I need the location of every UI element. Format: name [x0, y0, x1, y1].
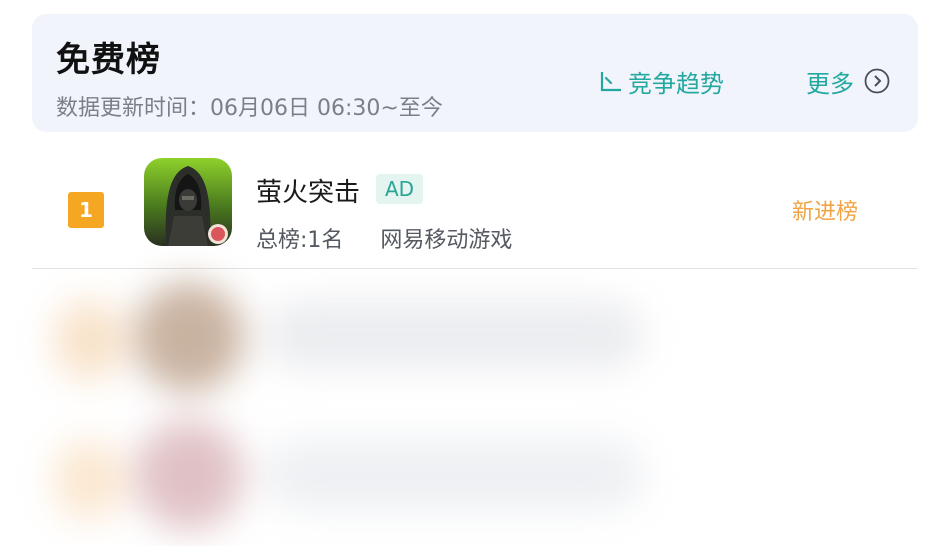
blurred-rank-badge	[54, 440, 124, 520]
app-icon[interactable]	[144, 158, 232, 246]
publisher: 网易移动游戏	[380, 228, 513, 253]
blurred-text	[264, 300, 644, 370]
chart-title: 免费榜	[56, 40, 161, 80]
update-time: 数据更新时间：06月06日 06:30~至今	[56, 96, 443, 121]
overall-rank: 总榜:1名	[256, 228, 344, 253]
app-name[interactable]: 萤火突击	[256, 172, 360, 209]
chart-header: 免费榜 数据更新时间：06月06日 06:30~至今 竞争趋势 更多	[32, 14, 918, 132]
app-meta: 总榜:1名 网易移动游戏	[256, 222, 512, 254]
circle-chevron-right-icon	[864, 68, 890, 94]
blurred-rank-badge	[54, 300, 124, 380]
list-item[interactable]: 1 萤火突击 AD 总榜:1名 网易移动游戏 新进榜	[32, 144, 918, 268]
new-entry-tag: 新进榜	[792, 200, 859, 225]
trend-chart-icon	[598, 68, 624, 94]
more-button[interactable]: 更多	[806, 64, 890, 98]
competition-trend-label: 竞争趋势	[628, 69, 724, 98]
free-chart-panel: 免费榜 数据更新时间：06月06日 06:30~至今 竞争趋势 更多 1 萤火突…	[14, 8, 934, 546]
blurred-list-area	[14, 270, 934, 546]
blurred-app-icon	[134, 282, 244, 392]
blurred-app-icon	[134, 420, 244, 530]
row-divider	[32, 268, 918, 269]
blurred-text	[264, 440, 644, 510]
competition-trend-button[interactable]: 竞争趋势	[598, 64, 724, 98]
rank-badge: 1	[68, 192, 104, 228]
ad-badge: AD	[376, 174, 424, 204]
more-label: 更多	[806, 69, 854, 98]
